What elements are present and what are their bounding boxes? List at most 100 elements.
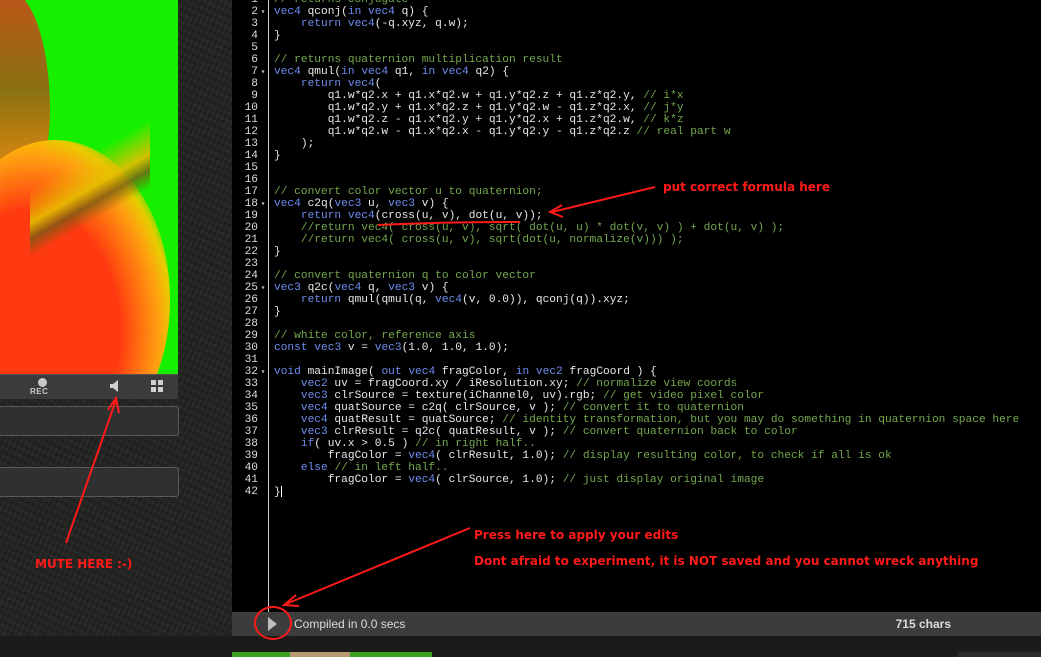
code-text[interactable]: return vec4(cross(u, v), dot(u, v)); [268,210,543,222]
code-line[interactable]: 2 ▾ vec4 qconj(in vec4 q) { [232,6,1041,18]
line-number: 26 [244,294,258,306]
line-number: 28 [244,318,258,330]
code-line[interactable]: 27} [232,306,1041,318]
code-line[interactable]: 13 ); [232,138,1041,150]
code-line[interactable]: 32 ▾ void mainImage( out vec4 fragColor, i… [232,366,1041,378]
fullscreen-icon[interactable] [150,379,164,393]
code-text[interactable]: q1.w*q2.y + q1.x*q2.z + q1.y*q2.w - q1.z… [268,102,684,114]
code-text[interactable]: } [268,30,281,42]
code-line[interactable]: 17 // convert color vector u to quaternio… [232,186,1041,198]
code-line[interactable]: 29 // white color, reference axis [232,330,1041,342]
code-line[interactable]: 23 [232,258,1041,270]
mute-note: MUTE HERE :-) [35,557,133,571]
video-preview[interactable] [0,0,178,374]
code-text[interactable]: q1.w*q2.z - q1.x*q2.y + q1.y*q2.x + q1.z… [268,114,684,126]
line-number: 25 [244,282,258,294]
code-line[interactable]: 11 q1.w*q2.z - q1.x*q2.y + q1.y*q2.x + q… [232,114,1041,126]
code-line[interactable]: 18 ▾ vec4 c2q(vec3 u, vec3 v) { [232,198,1041,210]
code-text[interactable]: return qmul(qmul(q, vec4(v, 0.0)), qconj… [268,294,630,306]
code-line[interactable]: 12 q1.w*q2.w - q1.x*q2.x - q1.y*q2.y - q… [232,126,1041,138]
code-line[interactable]: 26 return qmul(qmul(q, vec4(v, 0.0)), qc… [232,294,1041,306]
code-text[interactable]: // returns quaternion multiplication res… [268,54,563,66]
code-text[interactable]: vec2 uv = fragCoord.xy / iResolution.xy;… [268,378,737,390]
code-text[interactable]: ); [268,138,314,150]
code-lines[interactable]: 1// returns conjugate 2 ▾ vec4 qconj(in vec… [232,0,1041,498]
code-line[interactable]: 4} [232,30,1041,42]
code-line[interactable]: 22} [232,246,1041,258]
code-line[interactable]: 28 [232,318,1041,330]
code-text[interactable]: vec4 quatResult = quatSource; // identit… [268,414,1019,426]
code-text[interactable]: return vec4(-q.xyz, q.w); [268,18,469,30]
code-text[interactable]: //return vec4( cross(u, v), sqrt(dot(u, … [268,234,684,246]
code-text[interactable]: } [268,246,281,258]
code-text[interactable]: void mainImage( out vec4 fragColor, in v… [268,366,657,378]
code-line[interactable]: 10 q1.w*q2.y + q1.x*q2.z + q1.y*q2.w - q… [232,102,1041,114]
code-line[interactable]: 25 ▾ vec3 q2c(vec4 q, vec3 v) { [232,282,1041,294]
code-text[interactable]: } [268,306,281,318]
code-line[interactable]: 39 fragColor = vec4( clrResult, 1.0); //… [232,450,1041,462]
code-text[interactable]: vec4 qconj(in vec4 q) { [268,6,428,18]
code-line[interactable]: 14} [232,150,1041,162]
input-field-1[interactable] [0,406,179,436]
code-text[interactable]: fragColor = vec4( clrResult, 1.0); // di… [268,450,892,462]
code-line[interactable]: 30 const vec3 v = vec3(1.0, 1.0, 1.0); [232,342,1041,354]
code-text[interactable]: if( uv.x > 0.5 ) // in right half.. [268,438,536,450]
formula-note: put correct formula here [663,180,830,194]
code-text[interactable]: vec3 clrSource = texture(iChannel0, uv).… [268,390,764,402]
code-line[interactable]: 7 ▾ vec4 qmul(in vec4 q1, in vec4 q2) { [232,66,1041,78]
code-text[interactable]: const vec3 v = vec3(1.0, 1.0, 1.0); [268,342,509,354]
code-text[interactable]: } [268,486,282,498]
input-field-2[interactable] [0,467,179,497]
code-text[interactable]: // white color, reference axis [268,330,475,342]
code-line[interactable]: 5 [232,42,1041,54]
speaker-mute-icon[interactable] [108,379,124,393]
code-text[interactable]: q1.w*q2.x + q1.x*q2.w + q1.y*q2.z + q1.z… [268,90,684,102]
code-text[interactable]: fragColor = vec4( clrSource, 1.0); // ju… [268,474,764,486]
code-text[interactable]: vec3 clrResult = q2c( quatResult, v ); /… [268,426,798,438]
code-line[interactable]: 6 // returns quaternion multiplication re… [232,54,1041,66]
code-text[interactable]: // convert quaternion q to color vector [268,270,536,282]
code-text[interactable]: else // in left half.. [268,462,449,474]
code-line[interactable]: 21 //return vec4( cross(u, v), sqrt(dot(… [232,234,1041,246]
code-line[interactable]: 34 vec3 clrSource = texture(iChannel0, u… [232,390,1041,402]
code-text[interactable]: vec4 qmul(in vec4 q1, in vec4 q2) { [268,66,509,78]
text-caret [280,486,282,497]
line-number: 40 [244,462,258,474]
code-line[interactable]: 40 else // in left half.. [232,462,1041,474]
code-text[interactable]: vec4 quatSource = c2q( clrSource, v ); /… [268,402,744,414]
line-number: 21 [244,234,258,246]
code-line[interactable]: 24 // convert quaternion q to color vecto… [232,270,1041,282]
code-line[interactable]: 15 [232,162,1041,174]
code-line[interactable]: 8 return vec4( [232,78,1041,90]
play-compile-icon[interactable] [268,617,277,631]
code-line[interactable]: 37 vec3 clrResult = q2c( quatResult, v )… [232,426,1041,438]
code-line[interactable]: 38 if( uv.x > 0.5 ) // in right half.. [232,438,1041,450]
line-number: 22 [244,246,258,258]
line-number: 15 [244,162,258,174]
code-text[interactable]: vec4 c2q(vec3 u, vec3 v) { [268,198,449,210]
code-text[interactable]: } [268,150,281,162]
code-line[interactable]: 36 vec4 quatResult = quatSource; // iden… [232,414,1041,426]
record-dot-icon[interactable] [38,378,47,387]
code-text[interactable]: //return vec4( cross(u, v), sqrt( dot(u,… [268,222,784,234]
line-number: 3 [251,18,258,30]
video-controls-bar: REC [0,374,178,399]
code-line[interactable]: 35 vec4 quatSource = c2q( clrSource, v )… [232,402,1041,414]
code-line[interactable]: 16 [232,174,1041,186]
code-text[interactable]: q1.w*q2.w - q1.x*q2.x - q1.y*q2.y - q1.z… [268,126,731,138]
code-text[interactable]: return vec4( [268,78,382,90]
code-line[interactable]: 19 return vec4(cross(u, v), dot(u, v)); [232,210,1041,222]
line-number: 24 [244,270,258,282]
code-line[interactable]: 20 //return vec4( cross(u, v), sqrt( dot… [232,222,1041,234]
code-line[interactable]: 9 q1.w*q2.x + q1.x*q2.w + q1.y*q2.z + q1… [232,90,1041,102]
code-line[interactable]: 33 vec2 uv = fragCoord.xy / iResolution.… [232,378,1041,390]
code-line[interactable]: 3 return vec4(-q.xyz, q.w); [232,18,1041,30]
code-text[interactable]: // convert color vector u to quaternion; [268,186,543,198]
code-line[interactable]: 41 fragColor = vec4( clrSource, 1.0); //… [232,474,1041,486]
code-text[interactable]: vec3 q2c(vec4 q, vec3 v) { [268,282,449,294]
rec-label[interactable]: REC [30,387,48,396]
line-number: 8 [251,78,258,90]
code-line[interactable]: 31 [232,354,1041,366]
line-number: 7 [251,66,258,78]
code-line[interactable]: 42} [232,486,1041,498]
